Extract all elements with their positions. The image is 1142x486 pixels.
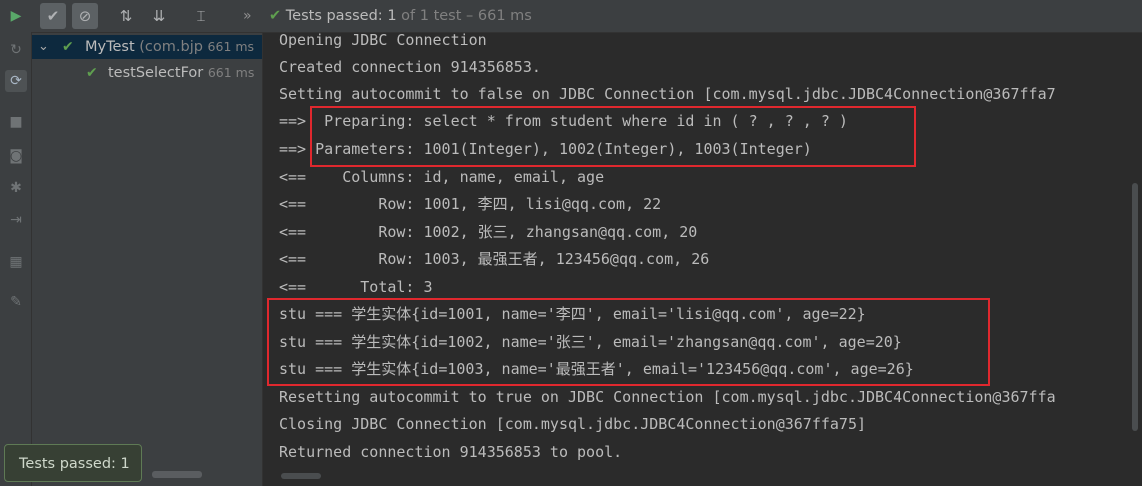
result-highlight-box bbox=[267, 298, 990, 386]
check-icon: ✔ bbox=[86, 65, 98, 81]
toggle-auto-test-icon[interactable]: ⟳ bbox=[5, 70, 27, 92]
tree-node-label: testSelectFor bbox=[108, 65, 204, 81]
tree-node-testselect[interactable]: ✔ testSelectFor 661 ms bbox=[32, 61, 262, 85]
rerun-icon[interactable]: ↻ bbox=[5, 39, 27, 61]
console-line: Opening JDBC Connection bbox=[279, 33, 487, 49]
camera-icon[interactable]: ◙ bbox=[5, 145, 27, 167]
play-icon[interactable]: ▶ bbox=[5, 5, 27, 27]
layout-icon[interactable]: ▦ bbox=[5, 251, 27, 273]
check-icon[interactable]: ✔ bbox=[40, 3, 66, 29]
test-status-summary: ✔ Tests passed: 1 of 1 test – 661 ms bbox=[269, 0, 532, 32]
status-count: 1 bbox=[387, 8, 397, 24]
console-line: Resetting autocommit to true on JDBC Con… bbox=[279, 388, 1056, 406]
tree-horizontal-scrollbar[interactable] bbox=[152, 471, 202, 478]
exit-icon[interactable]: ⇥ bbox=[5, 209, 27, 231]
tree-node-duration: 661 ms bbox=[207, 39, 255, 54]
sort-alpha-icon[interactable]: ⇅ bbox=[113, 3, 139, 29]
stop-circle-icon[interactable]: ⊘ bbox=[72, 3, 98, 29]
tree-node-mytest[interactable]: ⌄ ✔ MyTest (com.bjp 661 ms bbox=[32, 35, 262, 59]
more-actions-icon[interactable]: » bbox=[243, 0, 252, 32]
test-runner-toolbar: ✔ ⊘ ⇅ ⇊ ⌶ » ✔ Tests passed: 1 of 1 test … bbox=[31, 0, 1142, 33]
console-line: Setting autocommit to false on JDBC Conn… bbox=[279, 85, 1056, 103]
check-icon: ✔ bbox=[269, 8, 282, 24]
expand-all-icon[interactable]: ⌶ bbox=[188, 3, 214, 29]
console-line: Created connection 914356853. bbox=[279, 58, 541, 76]
tree-node-label: MyTest bbox=[85, 39, 135, 55]
settings-icon[interactable]: ✱ bbox=[5, 177, 27, 199]
console-line: <== Total: 3 bbox=[279, 278, 433, 296]
sort-duration-icon[interactable]: ⇊ bbox=[146, 3, 172, 29]
stop-icon[interactable]: ■ bbox=[5, 111, 27, 133]
console-line: <== Row: 1002, 张三, zhangsan@qq.com, 20 bbox=[279, 223, 698, 241]
console-line: Closing JDBC Connection [com.mysql.jdbc.… bbox=[279, 415, 866, 433]
console-vertical-scrollbar[interactable] bbox=[1132, 183, 1138, 431]
status-suffix: of 1 test – 661 ms bbox=[396, 8, 532, 24]
console-line: <== Row: 1003, 最强王者, 123456@qq.com, 26 bbox=[279, 250, 710, 268]
chevron-down-icon[interactable]: ⌄ bbox=[38, 35, 49, 59]
console-line: <== Columns: id, name, email, age bbox=[279, 168, 605, 186]
test-tree-panel: ⌄ ✔ MyTest (com.bjp 661 ms ✔ testSelectF… bbox=[32, 33, 263, 486]
left-tool-strip: ▶ ↻ ⟳ ■ ◙ ✱ ⇥ ▦ ✎ bbox=[0, 0, 32, 486]
tree-node-package: (com.bjp bbox=[134, 39, 203, 55]
sql-highlight-box bbox=[310, 106, 916, 167]
status-prefix: Tests passed: bbox=[285, 8, 388, 24]
console-horizontal-scrollbar[interactable] bbox=[281, 473, 321, 479]
check-icon: ✔ bbox=[62, 39, 74, 55]
pin-icon[interactable]: ✎ bbox=[5, 291, 27, 313]
console-line: <== Row: 1001, 李四, lisi@qq.com, 22 bbox=[279, 195, 662, 213]
tests-passed-toast[interactable]: Tests passed: 1 bbox=[4, 444, 142, 482]
console-output: Opening JDBC Connection Created connecti… bbox=[263, 33, 1142, 486]
tree-node-duration: 661 ms bbox=[207, 65, 255, 80]
console-line: Returned connection 914356853 to pool. bbox=[279, 443, 623, 461]
